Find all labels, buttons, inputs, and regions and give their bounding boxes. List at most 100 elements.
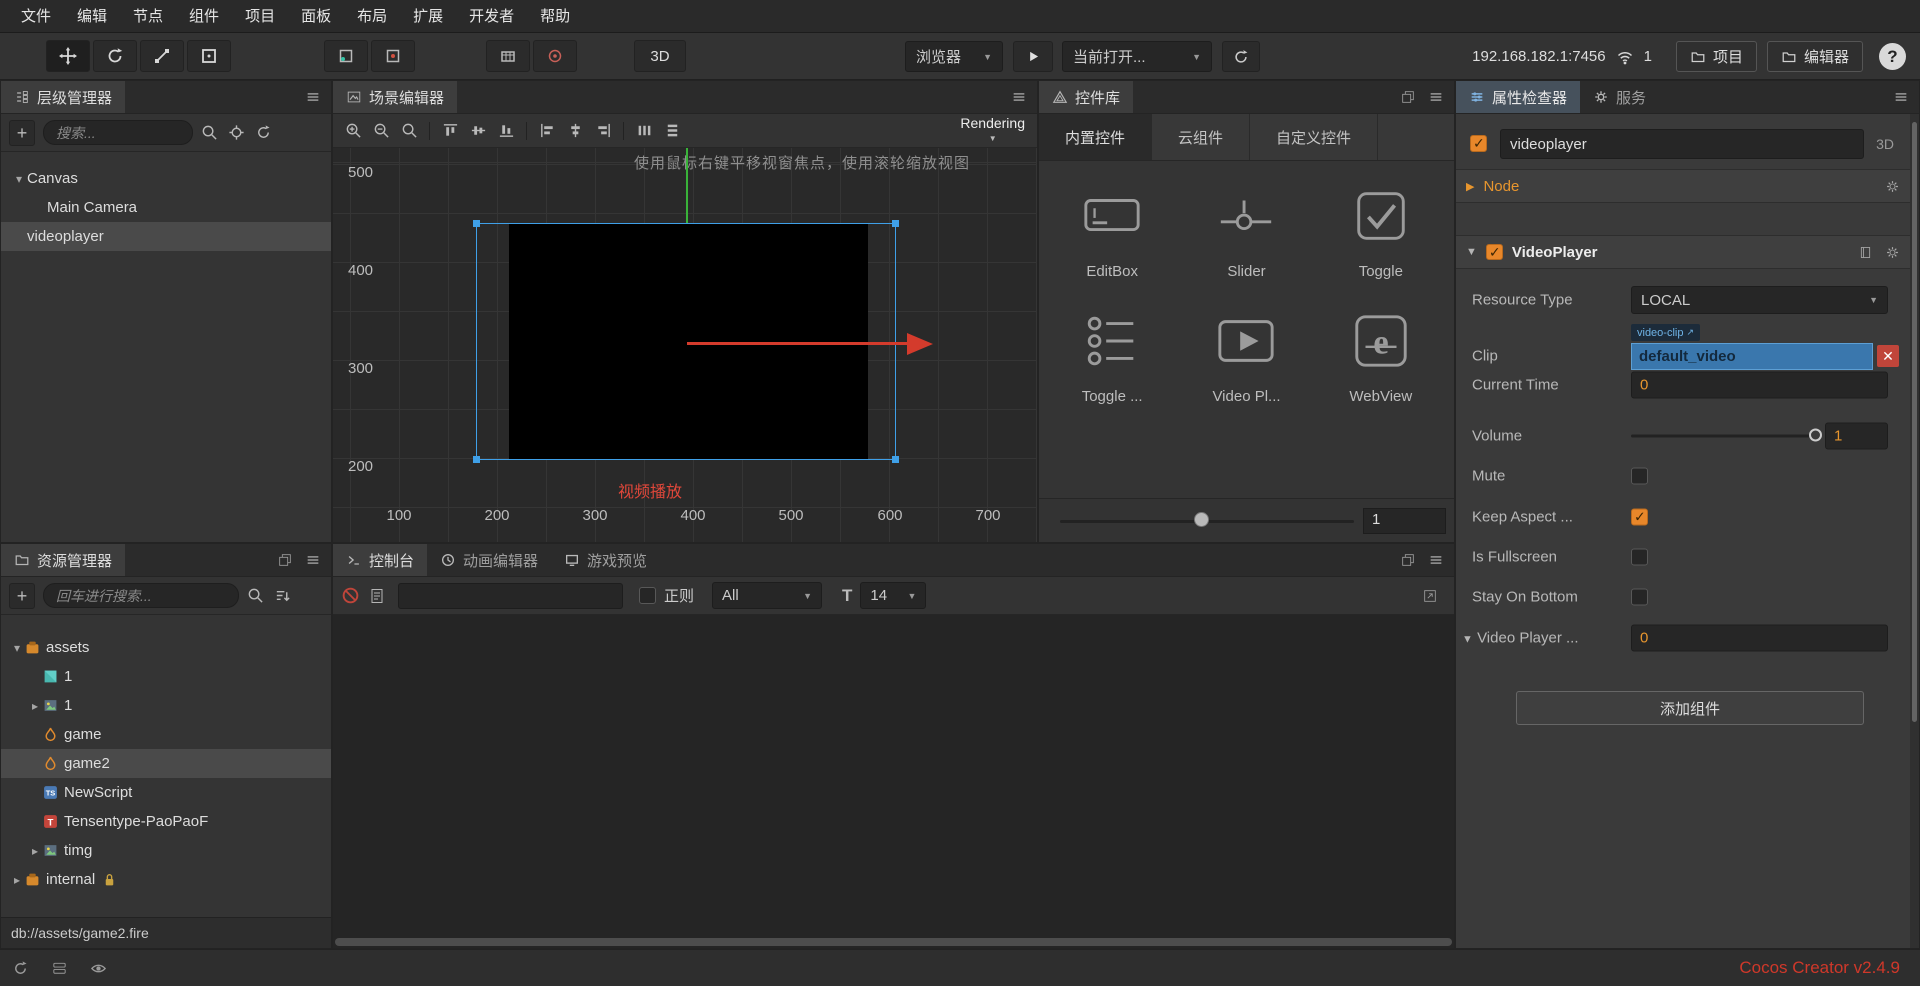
caret-right-icon[interactable]: ▸ xyxy=(27,844,43,858)
search-icon[interactable] xyxy=(201,124,218,141)
tab-console-1[interactable]: 控制台 xyxy=(333,544,428,576)
gear-icon[interactable] xyxy=(1885,179,1900,194)
play-button[interactable] xyxy=(1013,41,1053,72)
create-node-button[interactable]: + xyxy=(9,119,35,146)
log-level-select[interactable]: All ▼ xyxy=(712,582,823,609)
menu-item-6[interactable]: 面板 xyxy=(288,0,344,33)
volume-slider-track[interactable] xyxy=(1631,428,1822,442)
sync-icon[interactable] xyxy=(12,960,29,977)
menu-item-9[interactable]: 开发者 xyxy=(456,0,527,33)
panel-menu-icon[interactable] xyxy=(1011,89,1027,105)
widget-tab-2[interactable]: 云组件 xyxy=(1152,114,1251,160)
float-panel-icon[interactable] xyxy=(1400,89,1416,105)
menu-item-8[interactable]: 扩展 xyxy=(400,0,456,33)
tab-widget-library[interactable]: 控件库 xyxy=(1039,81,1134,113)
docs-icon[interactable] xyxy=(1858,245,1873,260)
eye-icon[interactable] xyxy=(90,960,107,977)
caret-right-icon[interactable]: ▶ xyxy=(1466,180,1474,193)
menu-item-3[interactable]: 节点 xyxy=(120,0,176,33)
panel-menu-icon[interactable] xyxy=(1428,552,1444,568)
caret-right-icon[interactable]: ▸ xyxy=(9,873,25,887)
distribute-v-icon[interactable] xyxy=(660,119,684,143)
rotate-tool-button[interactable] xyxy=(93,40,137,72)
tab-assets[interactable]: 资源管理器 xyxy=(1,544,126,576)
widget-tab-3[interactable]: 自定义控件 xyxy=(1250,114,1379,160)
asset-item-game2[interactable]: game2 xyxy=(1,749,331,778)
move-tool-button[interactable] xyxy=(46,40,90,72)
caret-down-icon[interactable]: ▼ xyxy=(1466,246,1477,258)
fullscreen-checkbox[interactable] xyxy=(1631,548,1648,566)
align-right-icon[interactable] xyxy=(591,119,615,143)
hierarchy-node-videoplayer[interactable]: videoplayer xyxy=(1,222,331,251)
clip-clear-button[interactable]: ✕ xyxy=(1877,345,1899,367)
refresh-icon[interactable] xyxy=(255,124,272,141)
add-component-button[interactable]: 添加组件 xyxy=(1516,691,1864,725)
clear-log-icon[interactable] xyxy=(341,586,360,605)
panel-menu-icon[interactable] xyxy=(1893,89,1909,105)
zoom-slider-knob[interactable] xyxy=(1194,512,1209,527)
create-asset-button[interactable]: + xyxy=(9,582,35,609)
gizmo-x-axis[interactable] xyxy=(687,342,909,345)
widget-webview[interactable]: e WebView xyxy=(1314,310,1448,405)
widget-tab-1[interactable]: 内置控件 xyxy=(1039,114,1153,160)
help-button[interactable]: ? xyxy=(1879,43,1906,70)
locate-icon[interactable] xyxy=(228,124,245,141)
gizmo-x-arrowhead[interactable] xyxy=(907,333,933,355)
tab-hierarchy[interactable]: 层级管理器 xyxy=(1,81,126,113)
asset-item-1[interactable]: ▸ 1 xyxy=(1,691,331,720)
align-center-icon[interactable] xyxy=(563,119,587,143)
caret-down-icon[interactable]: ▾ xyxy=(9,641,25,655)
mute-checkbox[interactable] xyxy=(1631,467,1648,485)
font-size-select[interactable]: 14 ▼ xyxy=(860,582,927,609)
widget-toggle-group[interactable]: Toggle ... xyxy=(1045,310,1179,405)
hierarchy-search-input[interactable] xyxy=(43,120,193,145)
preview-target-select[interactable]: 浏览器 ▼ xyxy=(905,41,1003,72)
tab-console-2[interactable]: 动画编辑器 xyxy=(427,544,551,576)
widget-editbox[interactable]: EditBox xyxy=(1045,185,1179,280)
regex-checkbox[interactable] xyxy=(639,587,656,604)
panel-menu-icon[interactable] xyxy=(305,89,321,105)
search-icon[interactable] xyxy=(247,587,264,604)
clip-asset-field[interactable] xyxy=(1631,343,1873,370)
scale-tool-button[interactable] xyxy=(140,40,184,72)
asset-item-tensentype-paopaof[interactable]: T Tensentype-PaoPaoF xyxy=(1,807,331,836)
menu-item-2[interactable]: 编辑 xyxy=(64,0,120,33)
caret-right-icon[interactable]: ▸ xyxy=(27,699,43,713)
tab-scene[interactable]: 场景编辑器 xyxy=(333,81,458,113)
video-player-event-count-input[interactable] xyxy=(1631,624,1888,652)
open-log-file-icon[interactable] xyxy=(368,587,386,605)
float-panel-icon[interactable] xyxy=(277,552,293,568)
console-filter-input[interactable] xyxy=(398,582,623,609)
align-bottom-icon[interactable] xyxy=(494,119,518,143)
open-scene-select[interactable]: 当前打开... ▼ xyxy=(1062,41,1212,72)
export-log-icon[interactable] xyxy=(1422,588,1438,604)
caret-down-icon[interactable]: ▾ xyxy=(11,172,27,186)
3d-mode-button[interactable]: 3D xyxy=(634,40,686,72)
widget-slider[interactable]: Slider xyxy=(1179,185,1313,280)
pivot-tool-button[interactable] xyxy=(324,40,368,72)
inspector-scrollbar[interactable] xyxy=(1910,114,1919,948)
align-left-icon[interactable] xyxy=(535,119,559,143)
rendering-dropdown[interactable]: Rendering ▼ xyxy=(960,115,1025,146)
target-tool-button[interactable] xyxy=(533,40,577,72)
node-name-input[interactable] xyxy=(1500,129,1864,159)
float-panel-icon[interactable] xyxy=(1400,552,1416,568)
grid-tool-button[interactable] xyxy=(486,40,530,72)
resize-handle[interactable] xyxy=(473,220,480,227)
clip-asset-type-tag[interactable]: video-clip ↗ xyxy=(1631,324,1701,341)
node-section-header[interactable]: ▶ Node xyxy=(1456,169,1910,203)
asset-item-newscript[interactable]: TS NewScript xyxy=(1,778,331,807)
console-hscrollbar[interactable] xyxy=(335,938,1452,946)
open-editor-button[interactable]: 编辑器 xyxy=(1766,41,1863,72)
menu-item-5[interactable]: 项目 xyxy=(232,0,288,33)
tab-console-3[interactable]: 游戏预览 xyxy=(551,544,660,576)
keep-aspect-checkbox[interactable] xyxy=(1631,508,1648,526)
coords-tool-button[interactable] xyxy=(371,40,415,72)
sort-icon[interactable] xyxy=(274,587,291,604)
caret-down-icon[interactable]: ▼ xyxy=(1462,634,1473,646)
tab-inspector-2[interactable]: 服务 xyxy=(1580,81,1659,113)
asset-item-timg[interactable]: ▸ timg xyxy=(1,836,331,865)
hierarchy-node-main-camera[interactable]: Main Camera xyxy=(1,193,331,222)
stay-on-bottom-checkbox[interactable] xyxy=(1631,588,1648,606)
menu-item-7[interactable]: 布局 xyxy=(344,0,400,33)
